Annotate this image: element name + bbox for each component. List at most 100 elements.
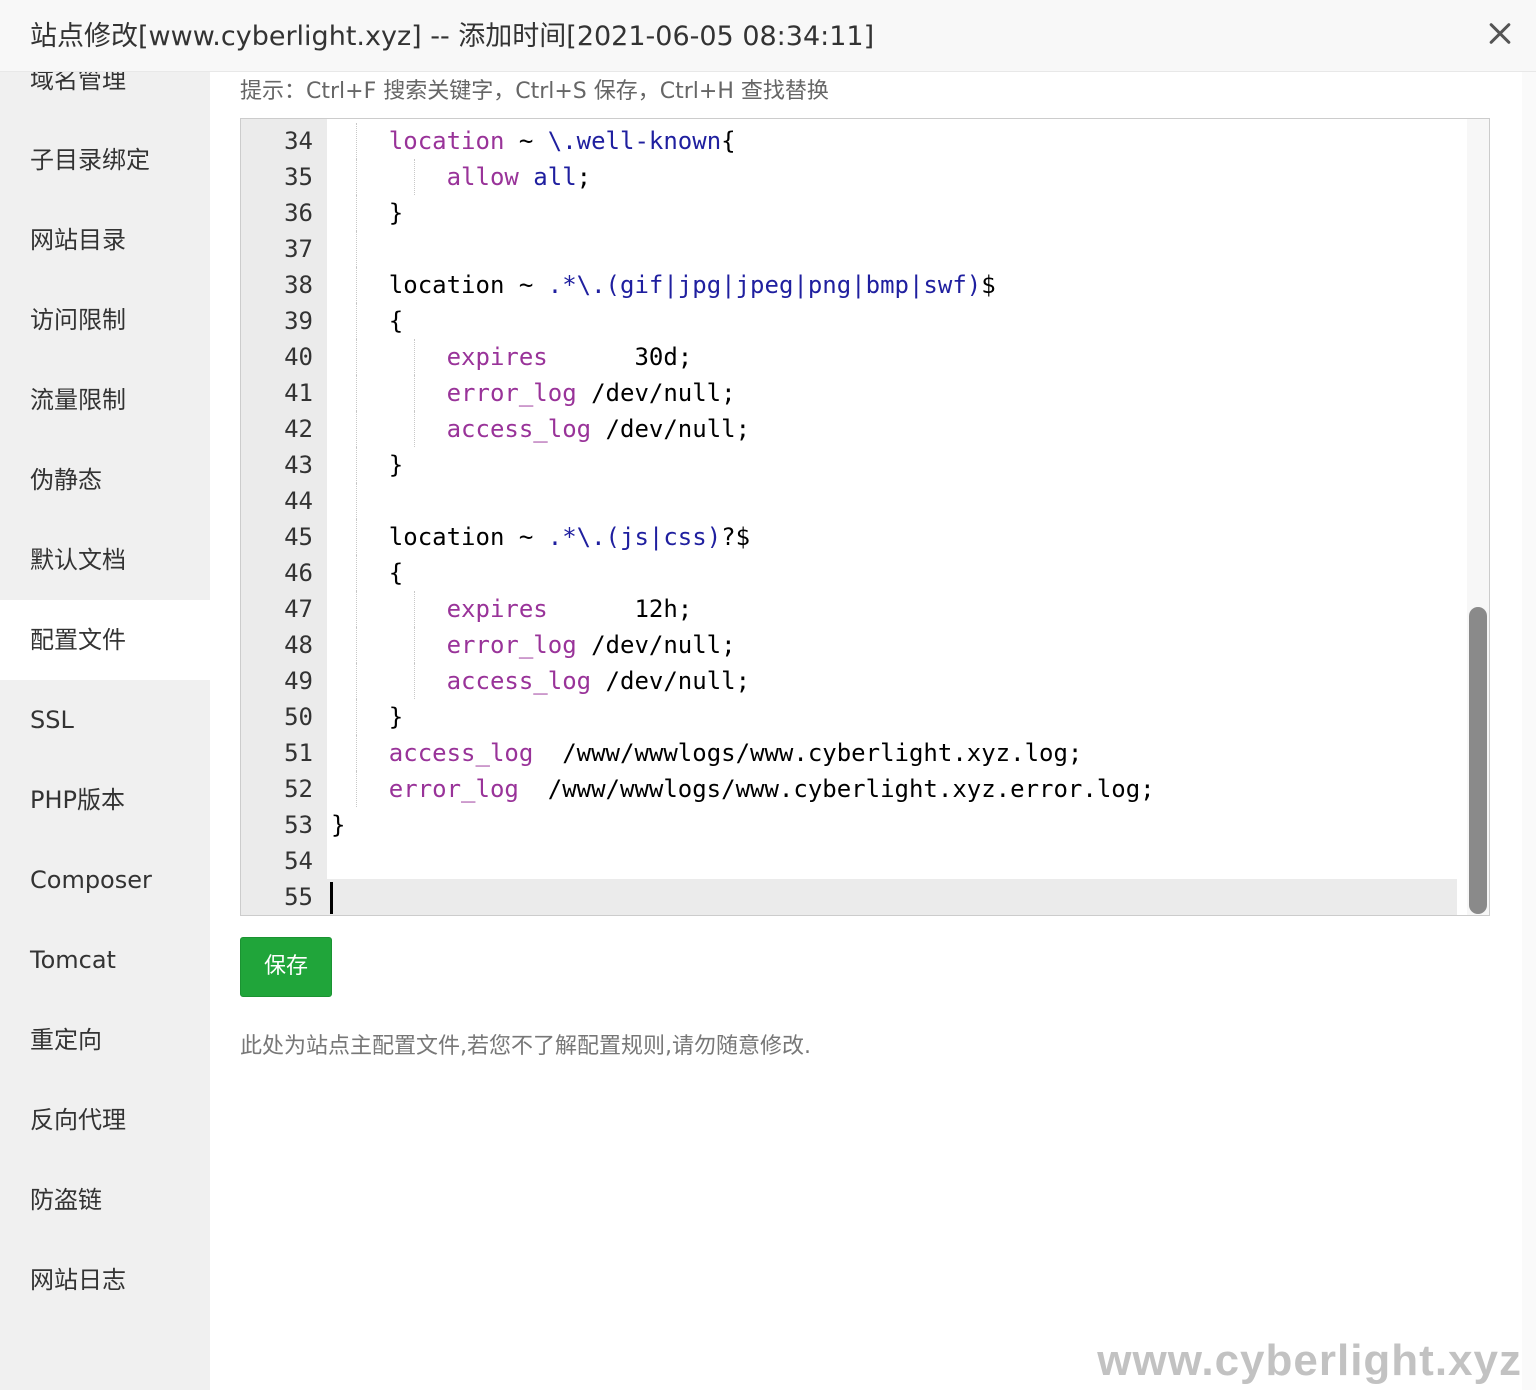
code-token: ?$ <box>721 523 751 551</box>
indent-guide <box>356 663 357 699</box>
sidebar-item-rewrite-rules[interactable]: 伪静态 <box>0 440 210 520</box>
code-token: /www/wwwlogs/www.cyberlight.xyz.error.lo… <box>518 775 1155 803</box>
sidebar-item-subdirectory-binding[interactable]: 子目录绑定 <box>0 120 210 200</box>
close-icon[interactable] <box>1482 16 1518 52</box>
code-line[interactable]: 42 access_log /dev/null; <box>241 411 1457 447</box>
code-line[interactable]: 36} <box>241 195 1457 231</box>
line-number: 50 <box>284 703 313 731</box>
indent-guide <box>356 195 357 231</box>
code-line[interactable]: 55 <box>241 879 1457 915</box>
code-line[interactable]: 47 expires 12h; <box>241 591 1457 627</box>
code-line[interactable]: 39 { <box>241 303 1457 339</box>
indent-guide <box>356 627 357 663</box>
code-text: { <box>389 303 403 339</box>
indent-guide <box>413 663 415 699</box>
line-number: 37 <box>284 235 313 263</box>
code-text: { <box>389 555 403 591</box>
settings-sidebar: 域名管理 子目录绑定 网站目录 访问限制 流量限制 伪静态 默认文档 配置文件 SSL PHP版本… <box>0 40 210 1390</box>
line-number: 34 <box>284 127 313 155</box>
line-number: 53 <box>284 811 313 839</box>
code-keyword: access_log <box>388 739 534 767</box>
code-line[interactable]: 49 access_log /dev/null; <box>241 663 1457 699</box>
code-line[interactable]: 53} <box>241 807 1457 843</box>
code-token: /dev/null; <box>591 667 751 695</box>
code-keyword: access_log <box>446 667 592 695</box>
watermark: www.cyberlight.xyz <box>1097 1336 1522 1385</box>
code-line[interactable]: 38 location ~ .*\.(gif|jpg|jpeg|png|bmp|s… <box>241 267 1457 303</box>
sidebar-item-hotlink-protection[interactable]: 防盗链 <box>0 1160 210 1240</box>
code-text: } <box>389 447 403 483</box>
code-line[interactable]: 40 expires 30d; <box>241 339 1457 375</box>
code-line[interactable]: 43} <box>241 447 1457 483</box>
code-regex: .*\.(js|css) <box>547 523 722 551</box>
line-number: 52 <box>284 775 313 803</box>
code-text: error_log /dev/null; <box>447 375 736 411</box>
code-line[interactable]: 41 error_log /dev/null; <box>241 375 1457 411</box>
sidebar-item-reverse-proxy[interactable]: 反向代理 <box>0 1080 210 1160</box>
indent-guide <box>356 447 357 483</box>
sidebar-item-ssl[interactable]: SSL <box>0 680 210 760</box>
editor-scrollbar[interactable] <box>1467 119 1489 915</box>
indent-guide <box>413 339 415 375</box>
code-line[interactable]: 48 error_log /dev/null; <box>241 627 1457 663</box>
indent-guide <box>413 627 415 663</box>
code-text: location ~ .*\.(gif|jpg|jpeg|png|bmp|swf… <box>389 267 996 303</box>
code-line[interactable]: 46 { <box>241 555 1457 591</box>
code-line[interactable]: 35 allow all; <box>241 159 1457 195</box>
sidebar-item-access-restriction[interactable]: 访问限制 <box>0 280 210 360</box>
code-text: } <box>331 807 345 843</box>
indent-guide <box>356 231 357 267</box>
line-number: 44 <box>284 487 313 515</box>
line-number: 51 <box>284 739 313 767</box>
code-token: ~ <box>504 127 548 155</box>
code-text: } <box>389 699 403 735</box>
code-keyword: error_log <box>446 379 577 407</box>
sidebar-item-site-logs[interactable]: 网站日志 <box>0 1240 210 1320</box>
code-token: location ~ <box>388 523 548 551</box>
indent-guide <box>413 375 415 411</box>
code-line[interactable]: 50} <box>241 699 1457 735</box>
page-scrollbar[interactable] <box>1522 72 1536 1390</box>
code-line[interactable]: 52 error_log /www/wwwlogs/www.cyberlight.… <box>241 771 1457 807</box>
sidebar-item-composer[interactable]: Composer <box>0 840 210 920</box>
indent-guide <box>356 411 357 447</box>
line-number: 41 <box>284 379 313 407</box>
code-line[interactable]: 51 access_log /www/wwwlogs/www.cyberlight… <box>241 735 1457 771</box>
save-button[interactable]: 保存 <box>240 937 332 997</box>
code-line[interactable]: 54 <box>241 843 1457 879</box>
code-keyword: error_log <box>446 631 577 659</box>
code-keyword: access_log <box>446 415 592 443</box>
indent-guide <box>413 159 415 195</box>
code-token: /dev/null; <box>576 631 736 659</box>
code-token: } <box>388 703 404 731</box>
code-keyword: expires <box>446 343 548 371</box>
sidebar-item-traffic-limit[interactable]: 流量限制 <box>0 360 210 440</box>
code-text: location ~ .*\.(js|css)?$ <box>389 519 750 555</box>
code-text: expires 30d; <box>447 339 693 375</box>
code-line[interactable]: 37 <box>241 231 1457 267</box>
sidebar-item-php-version[interactable]: PHP版本 <box>0 760 210 840</box>
line-number: 42 <box>284 415 313 443</box>
indent-guide <box>356 267 357 303</box>
sidebar-item-tomcat[interactable]: Tomcat <box>0 920 210 1000</box>
indent-guide <box>356 771 357 807</box>
editor-scroll-thumb[interactable] <box>1469 607 1487 914</box>
config-file-panel: 提示：Ctrl+F 搜索关键字，Ctrl+S 保存，Ctrl+H 查找替换 34… <box>210 72 1536 1390</box>
sidebar-item-site-directory[interactable]: 网站目录 <box>0 200 210 280</box>
sidebar-item-default-document[interactable]: 默认文档 <box>0 520 210 600</box>
text-cursor <box>330 882 333 914</box>
config-warning-note: 此处为站点主配置文件,若您不了解配置规则,请勿随意修改. <box>240 1034 811 1059</box>
code-editor[interactable]: 34 location ~ \.well-known{35 allow all; 36… <box>240 118 1490 916</box>
indent-guide <box>356 375 357 411</box>
line-number: 43 <box>284 451 313 479</box>
indent-guide <box>413 591 415 627</box>
code-line[interactable]: 44 <box>241 483 1457 519</box>
sidebar-item-config-file[interactable]: 配置文件 <box>0 600 210 680</box>
code-line[interactable]: 45 location ~ .*\.(js|css)?$ <box>241 519 1457 555</box>
indent-guide <box>413 411 415 447</box>
code-keyword: expires <box>446 595 548 623</box>
line-number: 48 <box>284 631 313 659</box>
code-line[interactable]: 34 location ~ \.well-known{ <box>241 123 1457 159</box>
sidebar-item-redirect[interactable]: 重定向 <box>0 1000 210 1080</box>
code-regex: \.well-known <box>547 127 722 155</box>
